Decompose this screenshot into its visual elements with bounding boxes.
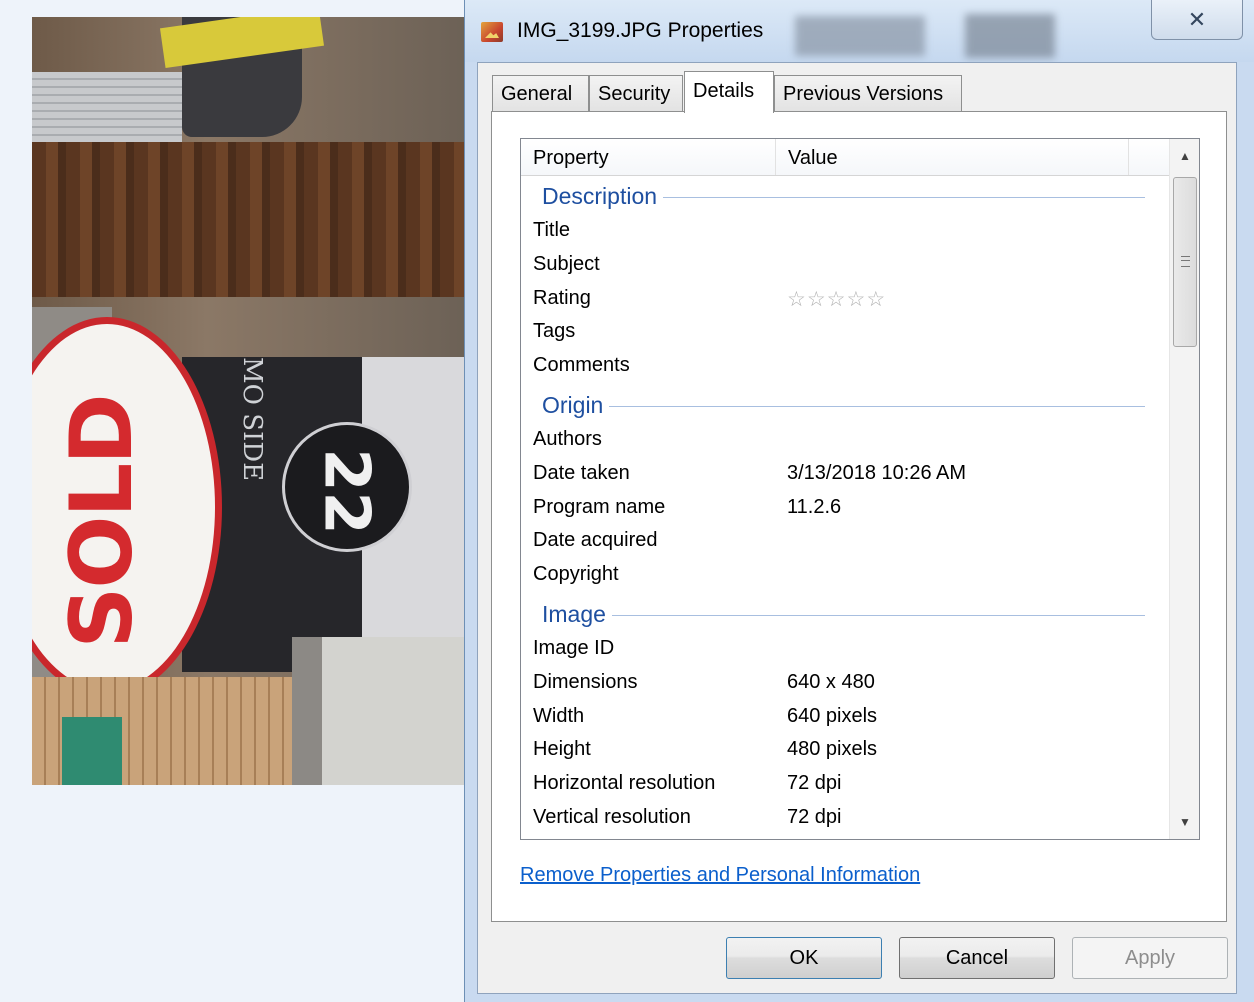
column-header-value[interactable]: Value [776, 139, 1129, 175]
group-header-description[interactable]: Description [521, 175, 1169, 215]
star-outline-icon[interactable]: ☆ [827, 288, 847, 311]
group-title: Origin [542, 391, 610, 419]
star-outline-icon[interactable]: ☆ [787, 288, 807, 311]
tab-previous-versions[interactable]: Previous Versions [774, 75, 962, 111]
window-title: IMG_3199.JPG Properties [517, 19, 764, 42]
group-title: Description [542, 183, 664, 210]
list-item[interactable]: Comments [521, 350, 1169, 384]
grip-icon [1181, 256, 1190, 267]
list-rows: Description Title Subject Rating ☆☆☆☆☆ T… [521, 175, 1169, 836]
property-value: 72 dpi [787, 805, 842, 828]
photo-lumber-wrap [62, 717, 122, 785]
tab-label: General [501, 83, 573, 105]
list-item[interactable]: Width 640 pixels [521, 701, 1169, 735]
rating-stars[interactable]: ☆☆☆☆☆ [787, 287, 886, 312]
property-name: Date taken [533, 461, 630, 484]
tab-details[interactable]: Details [684, 71, 774, 113]
list-item[interactable]: Dimensions 640 x 480 [521, 667, 1169, 701]
tab-security[interactable]: Security [589, 75, 683, 111]
property-name: Title [533, 219, 571, 241]
property-name: Image ID [533, 636, 615, 659]
details-panel: Property Value Description Title Subject [491, 111, 1227, 922]
property-value: 480 pixels [787, 738, 878, 761]
list-item[interactable]: Height 480 pixels [521, 734, 1169, 768]
property-name: Width [533, 704, 585, 727]
list-item[interactable]: Rating ☆☆☆☆☆ [521, 283, 1169, 317]
list-item[interactable]: Image ID [521, 633, 1169, 667]
property-name: Vertical resolution [533, 805, 691, 828]
list-item[interactable]: Horizontal resolution 72 dpi [521, 768, 1169, 802]
dialog-body: General Security Details Previous Versio… [477, 62, 1237, 994]
property-value: 11.2.6 [787, 495, 842, 518]
tab-general[interactable]: General [492, 75, 589, 111]
photo-lot-number: 22 [310, 448, 384, 535]
property-name: Horizontal resolution [533, 772, 716, 795]
list-item[interactable]: Vertical resolution 72 dpi [521, 802, 1169, 836]
properties-dialog: IMG_3199.JPG Properties ✕ General Securi… [464, 0, 1254, 1002]
blurred-region [965, 14, 1055, 58]
scrollbar-thumb[interactable] [1173, 177, 1197, 347]
apply-button[interactable]: Apply [1072, 937, 1228, 979]
tab-label: Previous Versions [783, 83, 944, 105]
photo-file-icon [481, 22, 503, 42]
list-item[interactable]: Authors [521, 424, 1169, 458]
group-title: Image [542, 600, 612, 628]
property-name: Subject [533, 252, 600, 275]
column-header-property[interactable]: Property [521, 139, 776, 175]
list-item[interactable]: Title [521, 215, 1169, 249]
property-value: 72 dpi [787, 772, 842, 795]
remove-properties-link[interactable]: Remove Properties and Personal Informati… [520, 864, 920, 887]
list-item[interactable]: Date acquired [521, 525, 1169, 559]
blurred-region [795, 16, 925, 56]
property-name: Dimensions [533, 670, 638, 693]
property-name: Program name [533, 495, 666, 518]
tab-label: Details [693, 80, 755, 102]
property-value: 3/13/2018 10:26 AM [787, 461, 967, 484]
close-icon: ✕ [1187, 7, 1207, 32]
background-photo: MO SIDE 22 SOLD [32, 17, 468, 785]
property-name: Authors [533, 427, 602, 450]
property-name: Height [533, 738, 591, 761]
title-bar[interactable]: IMG_3199.JPG Properties ✕ [465, 0, 1254, 62]
photo-sold-text: SOLD [52, 395, 152, 649]
arrow-down-icon[interactable]: ▼ [1170, 805, 1199, 839]
tab-label: Security [598, 83, 671, 105]
arrow-up-icon[interactable]: ▲ [1170, 139, 1199, 173]
list-header: Property Value [521, 139, 1169, 176]
close-button[interactable]: ✕ [1151, 0, 1243, 40]
property-name: Rating [533, 286, 591, 309]
group-divider [542, 405, 1145, 407]
property-value: 640 x 480 [787, 670, 875, 693]
property-name: Date acquired [533, 529, 658, 552]
list-item[interactable]: Copyright [521, 559, 1169, 593]
list-item[interactable]: Date taken 3/13/2018 10:26 AM [521, 458, 1169, 492]
property-name: Tags [533, 320, 576, 343]
cancel-button[interactable]: Cancel [899, 937, 1055, 979]
star-outline-icon[interactable]: ☆ [866, 288, 886, 311]
list-item[interactable]: Subject [521, 249, 1169, 283]
list-item[interactable]: Program name 11.2.6 [521, 492, 1169, 526]
ok-button[interactable]: OK [726, 937, 882, 979]
photo-curb [322, 637, 468, 785]
list-item[interactable]: Tags [521, 316, 1169, 350]
vertical-scrollbar[interactable]: ▲ ▼ [1169, 139, 1199, 839]
photo-wood-pole [32, 142, 468, 297]
star-outline-icon[interactable]: ☆ [807, 288, 827, 311]
photo-siding [32, 72, 182, 142]
star-outline-icon[interactable]: ☆ [846, 288, 866, 311]
group-header-origin[interactable]: Origin [521, 384, 1169, 424]
group-divider [542, 614, 1145, 616]
property-name: Copyright [533, 563, 619, 586]
property-value: 640 pixels [787, 704, 878, 727]
property-name: Comments [533, 354, 630, 377]
group-header-image[interactable]: Image [521, 593, 1169, 633]
properties-list[interactable]: Property Value Description Title Subject [520, 138, 1200, 840]
